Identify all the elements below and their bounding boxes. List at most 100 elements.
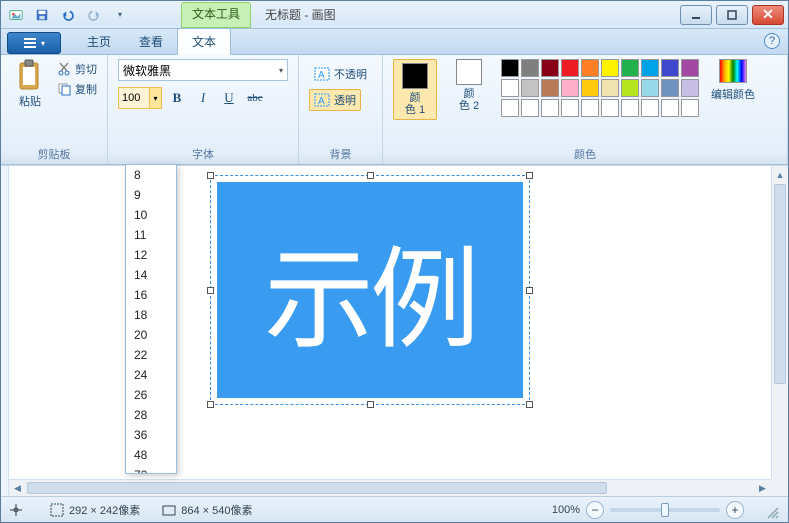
size-option[interactable]: 9 <box>126 185 176 205</box>
resize-handle-s[interactable] <box>367 401 374 408</box>
size-option[interactable]: 28 <box>126 405 176 425</box>
size-option[interactable]: 72 <box>126 465 176 474</box>
undo-button[interactable] <box>57 4 79 26</box>
help-button[interactable]: ? <box>764 33 780 49</box>
zoom-in-button[interactable]: + <box>726 501 744 519</box>
size-option[interactable]: 10 <box>126 205 176 225</box>
redo-button[interactable] <box>83 4 105 26</box>
palette-swatch[interactable] <box>621 99 639 117</box>
size-option[interactable]: 22 <box>126 345 176 365</box>
palette-swatch[interactable] <box>561 79 579 97</box>
palette-swatch[interactable] <box>541 79 559 97</box>
palette-swatch[interactable] <box>621 59 639 77</box>
resize-handle-w[interactable] <box>207 287 214 294</box>
scroll-right-icon[interactable]: ▶ <box>754 480 771 496</box>
resize-handle-nw[interactable] <box>207 172 214 179</box>
palette-swatch[interactable] <box>641 59 659 77</box>
save-button[interactable] <box>31 4 53 26</box>
canvas-text[interactable]: 示例 <box>264 210 476 370</box>
palette-swatch[interactable] <box>581 79 599 97</box>
palette-swatch[interactable] <box>681 99 699 117</box>
zoom-out-button[interactable]: − <box>586 501 604 519</box>
scrollbar-vertical[interactable]: ▲ ▼ <box>771 166 788 496</box>
transparent-option[interactable]: A透明 <box>309 89 361 111</box>
svg-text:A: A <box>318 96 325 107</box>
palette-swatch[interactable] <box>521 59 539 77</box>
copy-button[interactable]: 复制 <box>57 81 97 97</box>
italic-button[interactable]: I <box>192 87 214 109</box>
palette-swatch[interactable] <box>581 99 599 117</box>
cut-button[interactable]: 剪切 <box>57 61 97 77</box>
palette-swatch[interactable] <box>561 59 579 77</box>
paste-button[interactable]: 粘贴 <box>11 59 49 109</box>
scroll-up-icon[interactable]: ▲ <box>772 166 788 183</box>
resize-handle-se[interactable] <box>526 401 533 408</box>
size-option[interactable]: 14 <box>126 265 176 285</box>
resize-handle-n[interactable] <box>367 172 374 179</box>
palette-swatch[interactable] <box>501 99 519 117</box>
size-option[interactable]: 26 <box>126 385 176 405</box>
selection-size: 292 × 242像素 <box>50 502 140 518</box>
palette-swatch[interactable] <box>601 99 619 117</box>
palette-swatch[interactable] <box>681 79 699 97</box>
maximize-button[interactable] <box>716 5 748 25</box>
zoom-slider-thumb[interactable] <box>661 503 669 517</box>
resize-handle-ne[interactable] <box>526 172 533 179</box>
palette-swatch[interactable] <box>641 79 659 97</box>
tab-home[interactable]: 主页 <box>73 29 125 54</box>
zoom-slider[interactable] <box>610 508 720 512</box>
size-option[interactable]: 48 <box>126 445 176 465</box>
size-option[interactable]: 11 <box>126 225 176 245</box>
palette-swatch[interactable] <box>661 79 679 97</box>
strikethrough-button[interactable]: abc <box>244 87 266 109</box>
palette-swatch[interactable] <box>521 79 539 97</box>
palette-swatch[interactable] <box>541 59 559 77</box>
resize-handle-sw[interactable] <box>207 401 214 408</box>
bold-button[interactable]: B <box>166 87 188 109</box>
close-button[interactable]: ✕ <box>752 5 784 25</box>
color1-button[interactable]: 颜 色 1 <box>393 59 437 120</box>
opaque-option[interactable]: A不透明 <box>309 63 372 85</box>
palette-swatch[interactable] <box>521 99 539 117</box>
palette-swatch[interactable] <box>501 59 519 77</box>
size-option[interactable]: 12 <box>126 245 176 265</box>
workspace: 示例 ◀ ▶ ▲ ▼ <box>1 165 788 496</box>
tab-view[interactable]: 查看 <box>125 29 177 54</box>
qat-dropdown[interactable]: ▾ <box>109 4 131 26</box>
palette-swatch[interactable] <box>541 99 559 117</box>
font-family-select[interactable]: 微软雅黑▾ <box>118 59 288 81</box>
scroll-v-thumb[interactable] <box>774 184 786 384</box>
underline-button[interactable]: U <box>218 87 240 109</box>
palette-swatch[interactable] <box>661 59 679 77</box>
minimize-button[interactable] <box>680 5 712 25</box>
size-option[interactable]: 18 <box>126 305 176 325</box>
resize-handle-e[interactable] <box>526 287 533 294</box>
textbox-selection[interactable]: 示例 <box>215 180 525 400</box>
size-option[interactable]: 16 <box>126 285 176 305</box>
scroll-left-icon[interactable]: ◀ <box>9 480 26 496</box>
file-menu-button[interactable]: ▾ <box>7 32 61 54</box>
palette-swatch[interactable] <box>641 99 659 117</box>
palette-swatch[interactable] <box>681 59 699 77</box>
size-option[interactable]: 8 <box>126 165 176 185</box>
font-size-select[interactable]: ▾ <box>118 87 162 109</box>
font-size-input[interactable] <box>119 88 149 108</box>
font-size-dropdown[interactable]: 891011121416182022242628364872 <box>125 164 177 474</box>
palette-swatch[interactable] <box>501 79 519 97</box>
size-option[interactable]: 36 <box>126 425 176 445</box>
font-size-dropdown-button[interactable]: ▾ <box>149 88 161 108</box>
palette-swatch[interactable] <box>561 99 579 117</box>
palette-swatch[interactable] <box>621 79 639 97</box>
size-option[interactable]: 20 <box>126 325 176 345</box>
palette-swatch[interactable] <box>601 59 619 77</box>
edit-colors-button[interactable]: 编辑颜色 <box>709 59 757 102</box>
palette-swatch[interactable] <box>601 79 619 97</box>
size-option[interactable]: 24 <box>126 365 176 385</box>
color2-button[interactable]: 颜 色 2 <box>447 59 491 112</box>
tab-text[interactable]: 文本 <box>177 28 231 55</box>
scrollbar-horizontal[interactable]: ◀ ▶ <box>9 479 771 496</box>
resize-grip-icon[interactable] <box>766 506 780 520</box>
scroll-h-thumb[interactable] <box>27 482 607 494</box>
palette-swatch[interactable] <box>661 99 679 117</box>
palette-swatch[interactable] <box>581 59 599 77</box>
